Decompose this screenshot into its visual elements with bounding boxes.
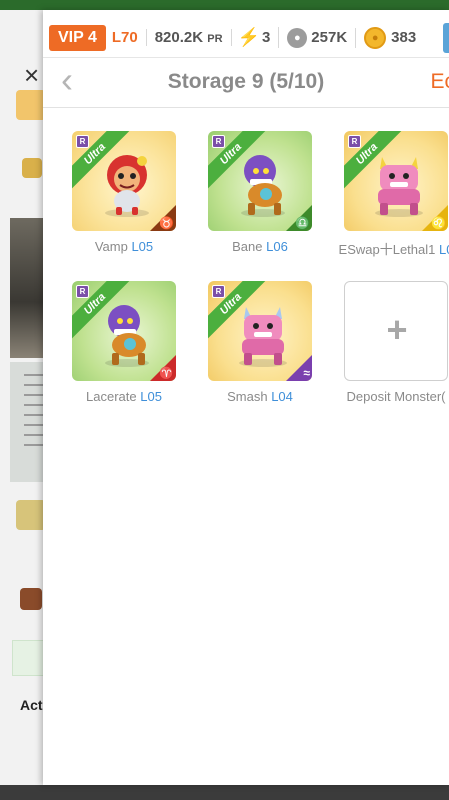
monster-name: Bane	[232, 239, 263, 254]
background-document	[10, 362, 46, 482]
monster-tile[interactable]: Ultra R ♎	[208, 131, 312, 231]
taurus-icon: ♉	[159, 216, 174, 230]
rank-badge: R	[76, 135, 89, 148]
libra-icon: ♎	[295, 216, 310, 230]
background-thumbnail	[16, 500, 46, 530]
lightning-icon: ⚡	[237, 27, 260, 47]
paw-icon: ●	[287, 27, 308, 48]
food-counter[interactable]: ● 257K	[287, 27, 357, 48]
monster-label: Vamp L05	[52, 239, 196, 254]
coin-icon: ●	[364, 26, 387, 49]
power-rating: 820.2K PR	[155, 29, 232, 46]
add-currency-button[interactable]	[443, 23, 449, 53]
power-unit: PR	[207, 33, 223, 45]
food-value: 257K	[311, 29, 348, 46]
background-bottom-bar	[0, 785, 449, 800]
background-top-bar	[0, 0, 449, 10]
rank-badge: R	[348, 135, 361, 148]
rank-badge: R	[212, 285, 225, 298]
monster-tile[interactable]: Ultra R ♌	[344, 131, 448, 231]
monster-level: L0	[439, 242, 449, 257]
player-level: L70	[112, 29, 147, 46]
monster-portrait	[241, 155, 285, 217]
monster-name: ESwap十Lethal1	[338, 242, 436, 257]
storage-modal: VIP 4 L70 820.2K PR ⚡ 3 ● 257K ● 383 ‹ S…	[43, 10, 449, 785]
monster-name: Smash	[227, 389, 268, 404]
monster-portrait	[239, 307, 287, 367]
storage-header: ‹ Storage 9 (5/10) Ec	[43, 58, 449, 108]
monster-portrait	[375, 157, 423, 217]
page-title: Storage 9 (5/10)	[167, 70, 325, 93]
energy-value: 3	[261, 29, 271, 46]
vip-badge[interactable]: VIP 4	[49, 24, 106, 51]
monster-tile[interactable]: Ultra R ≈	[208, 281, 312, 381]
background-ability-icon	[20, 588, 42, 610]
monster-label: Lacerate L05	[52, 389, 196, 404]
monster-name: Lacerate	[86, 389, 137, 404]
energy-counter[interactable]: ⚡ 3	[238, 27, 280, 48]
monster-level: L05	[131, 239, 154, 254]
aries-icon: ♈	[159, 366, 174, 380]
rank-badge: R	[76, 285, 89, 298]
close-icon[interactable]: ×	[24, 60, 39, 91]
status-bar: VIP 4 L70 820.2K PR ⚡ 3 ● 257K ● 383	[43, 18, 449, 58]
monster-portrait	[105, 305, 149, 367]
gold-counter[interactable]: ● 383	[364, 26, 417, 49]
deposit-monster-button[interactable]: +	[344, 281, 448, 381]
background-section-label: Act	[20, 697, 43, 713]
monster-tile[interactable]: Ultra R ♈	[72, 281, 176, 381]
aquarius-icon: ≈	[303, 366, 310, 380]
leo-icon: ♌	[431, 216, 446, 230]
monster-name: Vamp	[94, 239, 128, 254]
deposit-label: Deposit Monster(	[346, 389, 446, 404]
background-thumbnail	[16, 90, 46, 120]
monster-label: Smash L04	[188, 389, 332, 404]
power-value: 820.2K	[154, 29, 204, 46]
monster-level: L04	[271, 389, 293, 404]
rank-badge: R	[212, 135, 225, 148]
monster-portrait	[105, 155, 149, 217]
monster-label: Bane L06	[188, 239, 332, 254]
monster-tile[interactable]: Ultra R ♉	[72, 131, 176, 231]
background-photo	[10, 218, 46, 358]
monster-level: L05	[140, 389, 162, 404]
plus-icon: +	[386, 309, 408, 350]
monster-label: ESwap十Lethal1 L0	[324, 239, 449, 258]
background-ability-icon	[22, 158, 42, 178]
monster-level: L06	[266, 239, 288, 254]
gold-value: 383	[391, 29, 417, 46]
edit-button[interactable]: Ec	[430, 70, 449, 94]
